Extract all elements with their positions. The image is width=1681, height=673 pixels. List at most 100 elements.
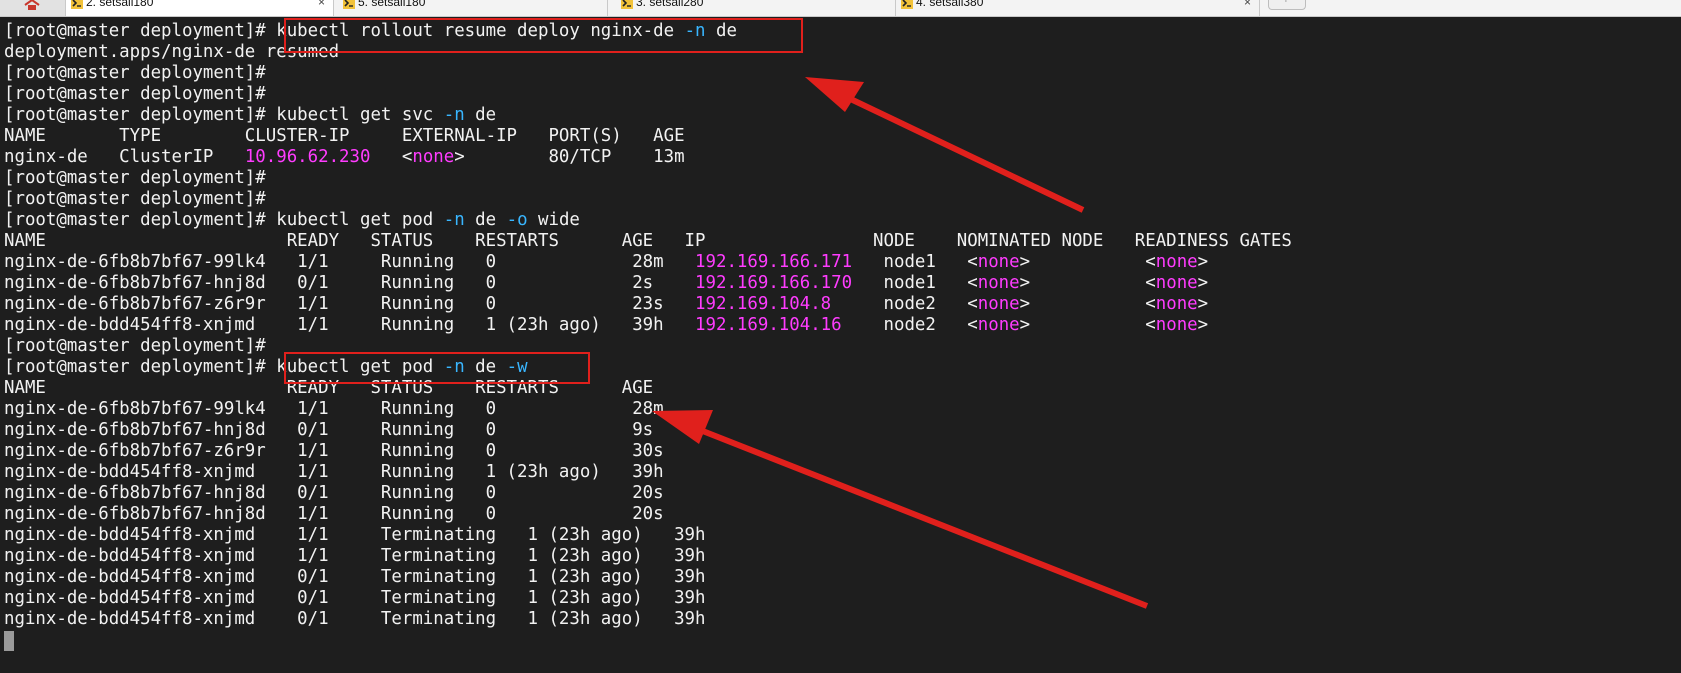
terminal-flag-text: -n [443,210,465,230]
terminal-text: NAME READY STATUS RESTARTS AGE IP NODE N… [4,231,1292,251]
terminal-text: nginx-de-6fb8b7bf67-99lk4 1/1 Running 0 … [4,252,696,272]
tab-label: 2. setsail180 [86,0,154,9]
terminal-text: [root@master deployment]# kubectl get sv… [4,105,444,125]
terminal-text: nginx-de-6fb8b7bf67-z6r9r 1/1 Running 0 … [4,441,664,461]
home-tab[interactable] [0,0,66,16]
terminal-line: [root@master deployment]# kubectl get po… [4,210,1681,231]
highlight-box-watch-command [284,352,590,384]
terminal-ip-text: 192.169.166.171 [695,252,853,272]
plus-icon: + [1283,0,1289,6]
terminal-text: wide [527,210,580,230]
terminal-output[interactable]: [root@master deployment]# kubectl rollou… [4,21,1681,673]
terminal-line: nginx-de-bdd454ff8-xnjmd 1/1 Terminating… [4,525,1681,546]
terminal-text: node1 < [852,252,978,272]
terminal-text: > [1197,315,1209,335]
terminal-line: nginx-de-6fb8b7bf67-z6r9r 1/1 Running 0 … [4,441,1681,462]
home-icon [24,0,40,10]
terminal-line: nginx-de-6fb8b7bf67-hnj8d 1/1 Running 0 … [4,504,1681,525]
terminal-text: node2 < [841,315,978,335]
terminal-line: nginx-de-bdd454ff8-xnjmd 0/1 Terminating… [4,588,1681,609]
tab-label: 3. setsail280 [636,0,704,9]
terminal-flag-text: -o [506,210,528,230]
terminal-line: nginx-de-6fb8b7bf67-hnj8d 0/1 Running 0 … [4,420,1681,441]
terminal-line: [root@master deployment]# kubectl rollou… [4,21,1681,42]
terminal-none-text: none [977,294,1020,314]
terminal-none-text: none [1155,294,1198,314]
tab-session-3[interactable]: 3. setsail280 [616,0,896,16]
terminal-line: [root@master deployment]# [4,168,1681,189]
terminal-none-text: none [1155,273,1198,293]
terminal-icon [621,0,633,9]
terminal-text: node1 < [852,273,978,293]
terminal-line: nginx-de-6fb8b7bf67-hnj8d 0/1 Running 0 … [4,483,1681,504]
terminal-text: > < [1019,294,1156,314]
tab-session-2[interactable]: 2. setsail180 × [66,0,334,16]
terminal-line: nginx-de-6fb8b7bf67-99lk4 1/1 Running 0 … [4,252,1681,273]
terminal-line: nginx-de-bdd454ff8-xnjmd 1/1 Terminating… [4,546,1681,567]
terminal-text: nginx-de-bdd454ff8-xnjmd 1/1 Running 1 (… [4,462,664,482]
terminal-ip-text: 192.169.166.170 [695,273,853,293]
terminal-line: [root@master deployment]# [4,84,1681,105]
terminal-text: de [464,105,497,125]
terminal-line: deployment.apps/nginx-de resumed [4,42,1681,63]
terminal-flag-text: -n [443,105,465,125]
tab-session-5[interactable]: 5. setsail180 [338,0,608,16]
terminal-text: [root@master deployment]# [4,63,266,83]
terminal-line: nginx-de-6fb8b7bf67-99lk4 1/1 Running 0 … [4,399,1681,420]
terminal-ip-text: 10.96.62.230 [244,147,371,167]
new-tab-button[interactable]: + [1268,0,1306,10]
terminal-ip-text: 192.169.104.8 [695,294,832,314]
terminal-text: nginx-de-6fb8b7bf67-z6r9r 1/1 Running 0 … [4,294,696,314]
terminal-text: nginx-de-bdd454ff8-xnjmd 0/1 Terminating… [4,588,706,608]
terminal-icon [901,0,913,9]
terminal-none-text: none [1155,252,1198,272]
terminal-text: nginx-de-bdd454ff8-xnjmd 0/1 Terminating… [4,567,706,587]
terminal-icon [71,0,83,9]
terminal-text: NAME TYPE CLUSTER-IP EXTERNAL-IP PORT(S)… [4,126,685,146]
terminal-line: NAME TYPE CLUSTER-IP EXTERNAL-IP PORT(S)… [4,126,1681,147]
terminal-none-text: none [412,147,455,167]
terminal-text: nginx-de-6fb8b7bf67-hnj8d 0/1 Running 0 … [4,420,654,440]
terminal-line: nginx-de-6fb8b7bf67-z6r9r 1/1 Running 0 … [4,294,1681,315]
terminal-text: nginx-de ClusterIP [4,147,245,167]
terminal-text: node2 < [831,294,978,314]
terminal-text: [root@master deployment]# [4,168,266,188]
terminal-text: nginx-de-bdd454ff8-xnjmd 1/1 Running 1 (… [4,315,696,335]
terminal-none-text: none [977,252,1020,272]
terminal-none-text: none [1155,315,1198,335]
terminal-text: nginx-de-6fb8b7bf67-hnj8d 0/1 Running 0 … [4,273,696,293]
terminal-prompt-line [4,630,1681,651]
close-icon[interactable]: × [318,0,325,9]
terminal-text: > [1197,273,1209,293]
terminal-text: nginx-de-bdd454ff8-xnjmd 0/1 Terminating… [4,609,706,629]
tab-session-4[interactable]: 4. setsail380 × [896,0,1260,16]
terminal-text: nginx-de-bdd454ff8-xnjmd 1/1 Terminating… [4,525,706,545]
terminal-text: > < [1019,315,1156,335]
terminal-text: > < [1019,273,1156,293]
terminal-text: nginx-de-6fb8b7bf67-hnj8d 0/1 Running 0 … [4,483,664,503]
terminal-text: [root@master deployment]# [4,189,266,209]
terminal-line: nginx-de ClusterIP 10.96.62.230 <none> 8… [4,147,1681,168]
close-icon[interactable]: × [1244,0,1251,9]
terminal-text: [root@master deployment]# [4,84,266,104]
terminal-none-text: none [977,315,1020,335]
terminal-line: [root@master deployment]# kubectl get sv… [4,105,1681,126]
tab-label: 5. setsail180 [358,0,426,9]
terminal-line: NAME READY STATUS RESTARTS AGE [4,378,1681,399]
terminal-line: [root@master deployment]# kubectl get po… [4,357,1681,378]
terminal-text: > [1197,252,1209,272]
terminal-cursor [4,631,14,651]
highlight-box-rollout-command [284,18,803,53]
terminal-line: nginx-de-bdd454ff8-xnjmd 1/1 Running 1 (… [4,462,1681,483]
terminal-text: [root@master deployment]# kubectl get po… [4,210,444,230]
terminal-icon [343,0,355,9]
terminal-text: > < [1019,252,1156,272]
terminal-text: > [1197,294,1209,314]
terminal-line: NAME READY STATUS RESTARTS AGE IP NODE N… [4,231,1681,252]
terminal-none-text: none [977,273,1020,293]
terminal-line: [root@master deployment]# [4,63,1681,84]
terminal-text: nginx-de-6fb8b7bf67-hnj8d 1/1 Running 0 … [4,504,664,524]
terminal-line: nginx-de-bdd454ff8-xnjmd 1/1 Running 1 (… [4,315,1681,336]
terminal-line: [root@master deployment]# [4,189,1681,210]
terminal-text: > 80/TCP 13m [454,147,685,167]
